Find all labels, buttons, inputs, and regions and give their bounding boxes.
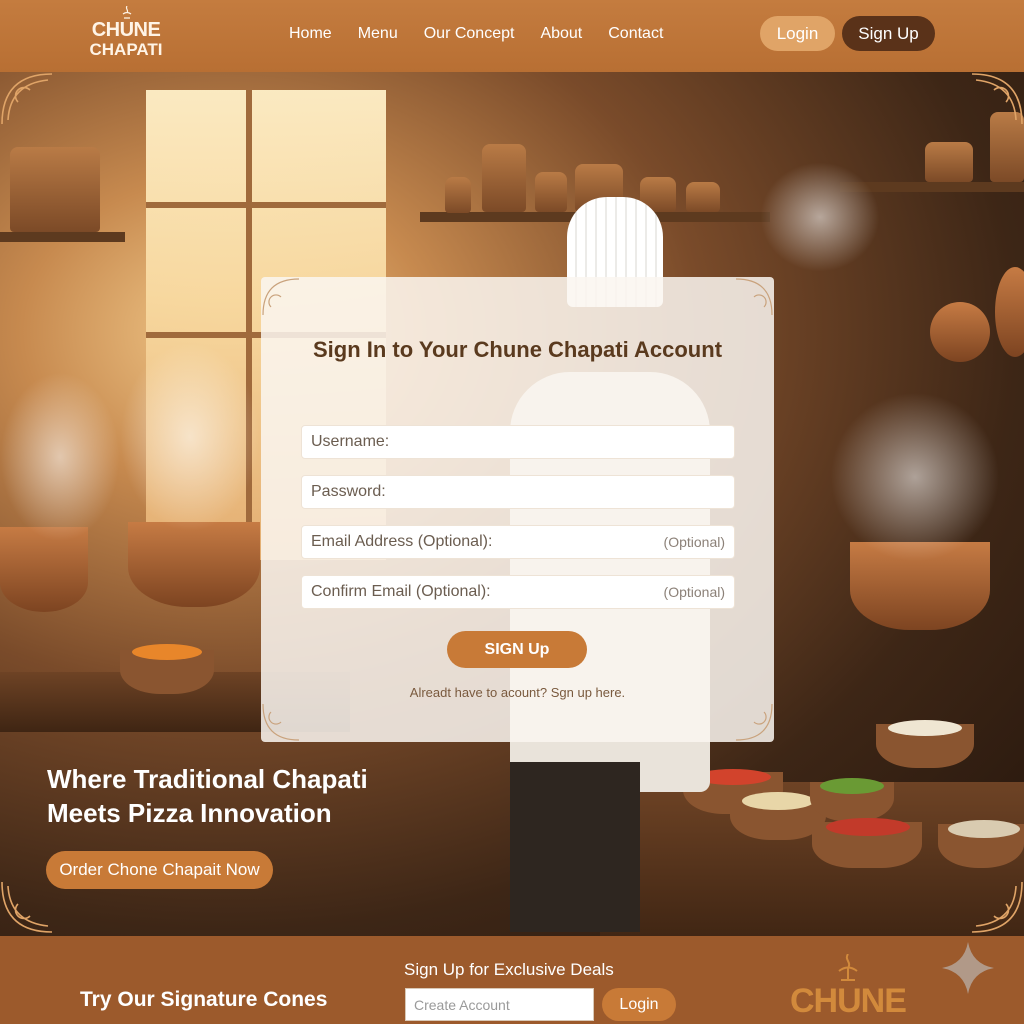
nav-menu[interactable]: Menu [345,22,411,46]
order-now-button[interactable]: Order Chone Chapait Now [46,851,273,889]
wall-shelf [0,232,125,242]
confirm-email-field[interactable]: Confirm Email (Optional): (Optional) [301,575,735,609]
corner-ornament-icon [1,73,53,125]
corner-ornament-icon [735,278,773,316]
hero-headline: Where Traditional Chapati Meets Pizza In… [47,762,427,830]
main-nav: Home Menu Our Concept About Contact [276,22,676,46]
logo-text-top: CHUNE [91,19,161,41]
brand-logo[interactable]: CHUNE CHAPATI [84,6,168,62]
signin-card: Sign In to Your Chune Chapati Account Us… [261,277,774,742]
copper-pot [0,527,88,612]
nav-our-concept[interactable]: Our Concept [411,22,528,46]
username-label: Username: [311,433,390,450]
username-field[interactable]: Username: [301,425,735,459]
password-label: Password: [311,483,386,500]
nav-contact[interactable]: Contact [595,22,676,46]
optional-tag: (Optional) [663,534,725,550]
logo-crest-icon [122,6,132,19]
corner-ornament-icon [1,881,53,933]
hero-headline-line1: Where Traditional Chapati [47,764,368,794]
existing-account-link[interactable]: Alreadt have to acount? Sgn up here. [261,685,774,700]
spice-jar [10,147,100,232]
optional-tag: (Optional) [663,584,725,600]
site-header: CHUNE CHAPATI Home Menu Our Concept Abou… [0,0,1024,72]
spice-heap [820,778,884,794]
corner-ornament-icon [735,703,773,741]
hanging-pan [995,267,1024,357]
create-account-input[interactable] [405,988,594,1021]
hero-headline-line2: Meets Pizza Innovation [47,798,332,828]
corner-ornament-icon [971,881,1023,933]
password-field[interactable]: Password: [301,475,735,509]
spice-heap [826,818,910,836]
confirm-email-label: Confirm Email (Optional): [311,583,491,600]
spice-heap [888,720,962,736]
copper-pot [128,522,260,607]
spice-jar [925,142,973,182]
spice-heap [132,644,202,660]
footer-login-button[interactable]: Login [602,988,676,1021]
steam [760,162,880,272]
hanging-pan [930,302,990,362]
nav-about[interactable]: About [527,22,595,46]
spice-jar [535,172,567,212]
logo-crest-icon [838,954,858,981]
steam [0,372,120,542]
sparkle-icon [942,942,994,994]
spice-jar [482,144,526,212]
footer-logo-text: CHUNE [790,982,907,1020]
logo-text-bottom: CHAPATI [89,40,163,59]
spice-heap [948,820,1020,838]
chef-figure [510,762,640,932]
exclusive-deals-heading: Sign Up for Exclusive Deals [404,960,614,979]
header-login-button[interactable]: Login [760,16,835,51]
corner-ornament-icon [262,278,300,316]
site-footer: Try Our Signature Cones Sign Up for Excl… [0,936,1024,1024]
window-frame [146,202,386,208]
header-signup-button[interactable]: Sign Up [842,16,935,51]
corner-ornament-icon [262,703,300,741]
spice-jar [445,177,471,213]
nav-home[interactable]: Home [276,22,345,46]
spice-jar [686,182,720,212]
email-label: Email Address (Optional): [311,533,493,550]
steam [120,342,260,532]
signature-cones-text[interactable]: Try Our Signature Cones [80,988,327,1012]
signin-title: Sign In to Your Chune Chapati Account [312,337,723,362]
corner-ornament-icon [971,73,1023,125]
spice-heap [742,792,814,810]
signup-submit-button[interactable]: SIGN Up [447,631,587,668]
email-field[interactable]: Email Address (Optional): (Optional) [301,525,735,559]
steam [830,392,1000,562]
